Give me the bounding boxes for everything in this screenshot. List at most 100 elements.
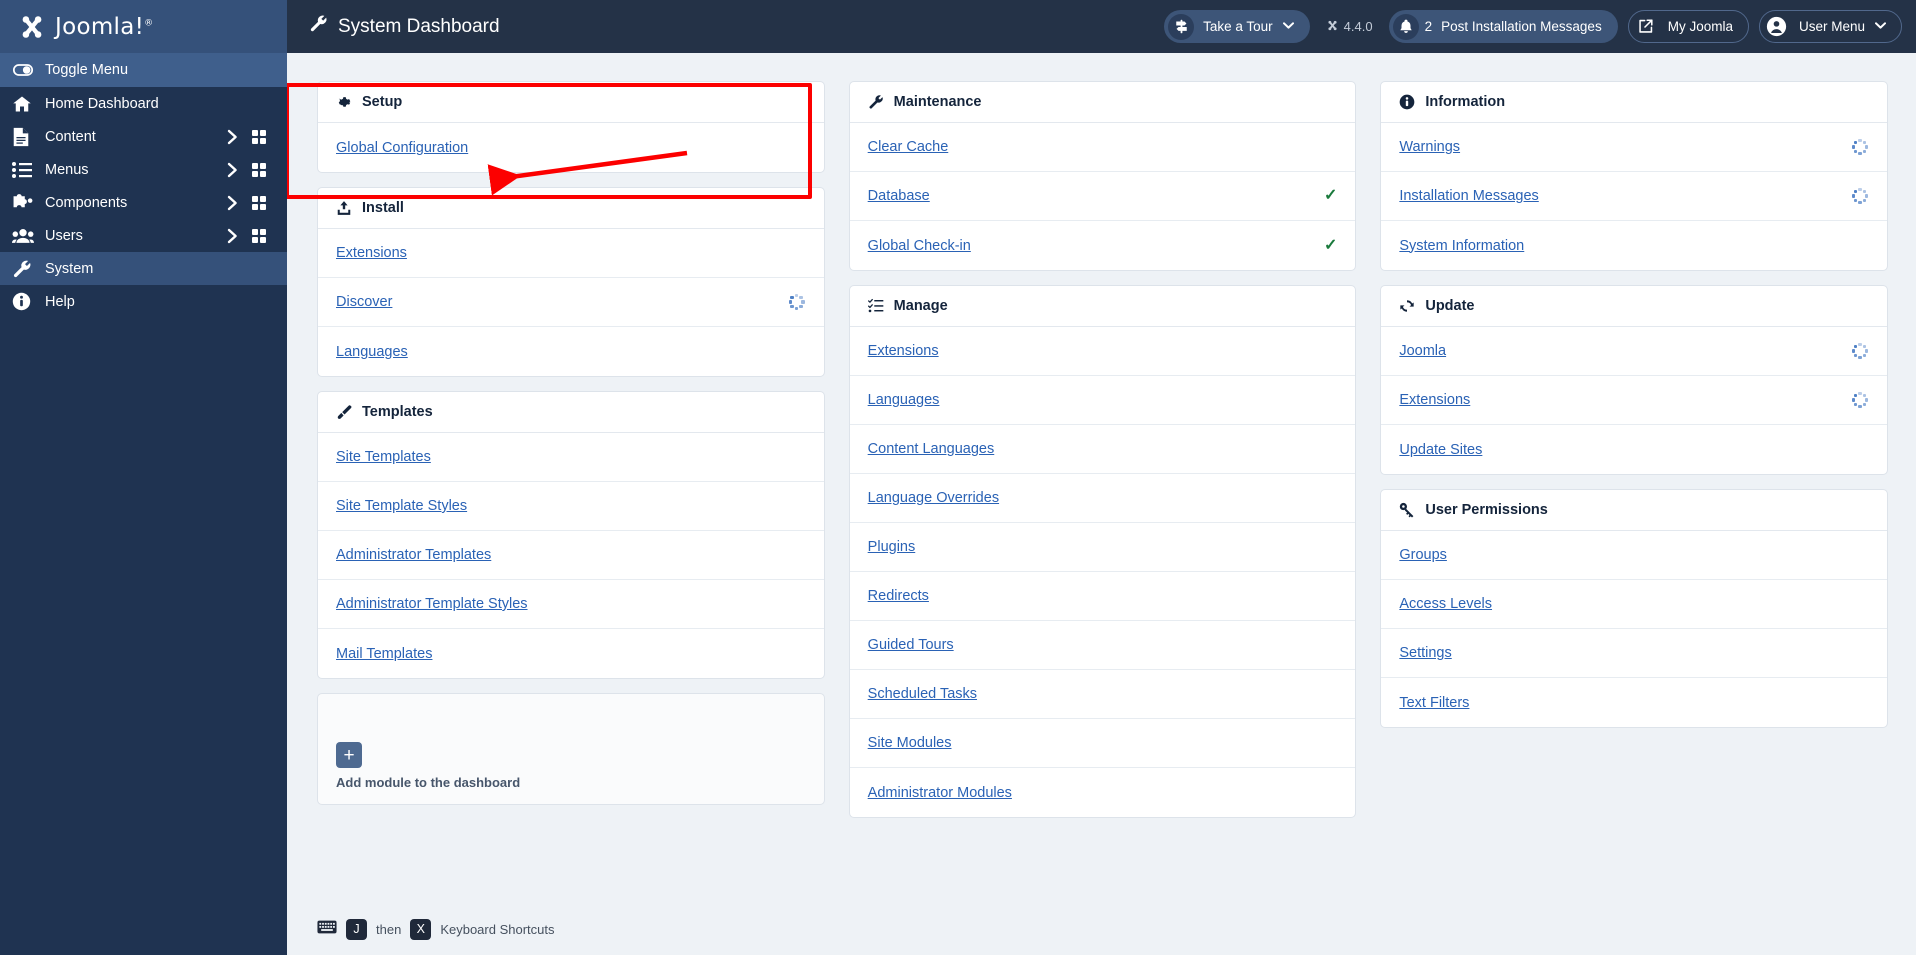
sidebar-item-home-dashboard[interactable]: Home Dashboard <box>0 87 287 120</box>
chevron-right-icon[interactable] <box>219 162 245 178</box>
brush-icon <box>336 404 352 420</box>
grid-icon[interactable] <box>245 228 273 243</box>
chevron-right-icon[interactable] <box>219 129 245 145</box>
chevron-right-icon[interactable] <box>219 228 245 244</box>
link-warnings[interactable]: Warnings <box>1399 139 1460 155</box>
sidebar-item-content[interactable]: Content <box>0 120 287 153</box>
card-row[interactable]: Redirects <box>849 572 1356 621</box>
link-language-overrides[interactable]: Language Overrides <box>868 490 999 506</box>
sidebar-item-help[interactable]: Help <box>0 285 287 318</box>
card-header: Templates <box>318 392 824 433</box>
link-guided-tours[interactable]: Guided Tours <box>868 637 954 653</box>
link-site-template-styles[interactable]: Site Template Styles <box>336 498 467 514</box>
card-row[interactable]: Database ✓ <box>849 172 1356 221</box>
sidebar-item-users[interactable]: Users <box>0 219 287 252</box>
card-row[interactable]: Site Modules <box>849 719 1356 768</box>
sidebar-item-components[interactable]: Components <box>0 186 287 219</box>
card-row[interactable]: Administrator Templates <box>318 531 824 580</box>
link-administrator-modules[interactable]: Administrator Modules <box>868 785 1012 801</box>
card-row[interactable]: Extensions <box>318 229 824 278</box>
brand-header[interactable]: Joomla!® <box>0 0 287 53</box>
user-menu-button[interactable]: User Menu <box>1758 10 1902 43</box>
card-row[interactable]: Administrator Modules <box>850 768 1356 817</box>
link-plugins[interactable]: Plugins <box>868 539 916 555</box>
keyboard-icon <box>317 920 337 939</box>
sidebar-item-toggle-menu[interactable]: Toggle Menu <box>0 53 287 87</box>
post-installation-messages-button[interactable]: 2 Post Installation Messages <box>1388 10 1618 43</box>
card-row[interactable]: Mail Templates <box>318 629 824 678</box>
card-row[interactable]: Update Sites <box>1381 425 1887 474</box>
card-row[interactable]: Warnings <box>1381 123 1888 172</box>
card-row[interactable]: Languages <box>849 376 1356 425</box>
link-mail-templates[interactable]: Mail Templates <box>336 646 432 662</box>
grid-icon[interactable] <box>245 162 273 177</box>
sidebar-item-menus[interactable]: Menus <box>0 153 287 186</box>
card-row[interactable]: Scheduled Tasks <box>849 670 1356 719</box>
link-access-levels[interactable]: Access Levels <box>1399 596 1492 612</box>
card-row[interactable]: Plugins <box>849 523 1356 572</box>
link-settings[interactable]: Settings <box>1399 645 1451 661</box>
plus-icon[interactable]: + <box>336 742 362 768</box>
link-discover[interactable]: Discover <box>336 294 392 310</box>
card-row[interactable]: Clear Cache <box>849 123 1356 172</box>
link-global-check-in[interactable]: Global Check-in <box>868 238 971 254</box>
external-link-icon <box>1633 14 1659 40</box>
link-database[interactable]: Database <box>868 188 930 204</box>
link-site-modules[interactable]: Site Modules <box>868 735 952 751</box>
card-row[interactable]: Language Overrides <box>849 474 1356 523</box>
card-row[interactable]: Joomla <box>1381 327 1888 376</box>
card-row[interactable]: System Information <box>1381 221 1887 270</box>
card-row[interactable]: Content Languages <box>849 425 1356 474</box>
card-row[interactable]: Administrator Template Styles <box>318 580 824 629</box>
card-title: Setup <box>362 94 403 110</box>
card-row[interactable]: Groups <box>1381 531 1888 580</box>
joomla-mark-icon <box>1326 19 1339 35</box>
link-joomla[interactable]: Joomla <box>1399 343 1446 359</box>
chevron-right-icon[interactable] <box>219 195 245 211</box>
joomla-logo[interactable]: Joomla!® <box>17 12 153 42</box>
link-administrator-templates[interactable]: Administrator Templates <box>336 547 491 563</box>
grid-icon[interactable] <box>245 195 273 210</box>
take-a-tour-button[interactable]: Take a Tour <box>1164 10 1310 43</box>
shortcut-key-x: X <box>410 918 432 940</box>
card-row[interactable]: Extensions <box>849 327 1356 376</box>
link-content-languages[interactable]: Content Languages <box>868 441 995 457</box>
card-row[interactable]: Settings <box>1381 629 1888 678</box>
link-clear-cache[interactable]: Clear Cache <box>868 139 949 155</box>
add-module-panel[interactable]: + Add module to the dashboard <box>317 693 825 805</box>
card-row[interactable]: Languages <box>318 327 824 376</box>
link-languages[interactable]: Languages <box>868 392 940 408</box>
my-joomla-button[interactable]: My Joomla <box>1627 10 1749 43</box>
card-row[interactable]: Global Check-in ✓ <box>850 221 1356 270</box>
link-site-templates[interactable]: Site Templates <box>336 449 431 465</box>
link-extensions[interactable]: Extensions <box>336 245 407 261</box>
link-text-filters[interactable]: Text Filters <box>1399 695 1469 711</box>
row-status <box>1851 138 1869 156</box>
sidebar-item-system[interactable]: System <box>0 252 287 285</box>
link-extensions[interactable]: Extensions <box>1399 392 1470 408</box>
link-redirects[interactable]: Redirects <box>868 588 929 604</box>
link-languages[interactable]: Languages <box>336 344 408 360</box>
info-icon <box>12 292 38 311</box>
card-row[interactable]: Guided Tours <box>849 621 1356 670</box>
link-extensions[interactable]: Extensions <box>868 343 939 359</box>
link-installation-messages[interactable]: Installation Messages <box>1399 188 1538 204</box>
chevron-down-icon[interactable] <box>1875 21 1886 32</box>
card-header: Information <box>1381 82 1888 123</box>
card-row[interactable]: Access Levels <box>1381 580 1888 629</box>
card-row[interactable]: Site Templates <box>318 433 824 482</box>
link-system-information[interactable]: System Information <box>1399 238 1524 254</box>
link-scheduled-tasks[interactable]: Scheduled Tasks <box>868 686 977 702</box>
card-row[interactable]: Text Filters <box>1381 678 1887 727</box>
link-groups[interactable]: Groups <box>1399 547 1447 563</box>
card-row[interactable]: Global Configuration <box>318 123 824 172</box>
grid-icon[interactable] <box>245 129 273 144</box>
link-administrator-template-styles[interactable]: Administrator Template Styles <box>336 596 528 612</box>
card-row[interactable]: Site Template Styles <box>318 482 824 531</box>
link-update-sites[interactable]: Update Sites <box>1399 442 1482 458</box>
card-row[interactable]: Extensions <box>1381 376 1888 425</box>
chevron-down-icon[interactable] <box>1282 21 1294 32</box>
card-row[interactable]: Discover <box>318 278 824 327</box>
card-row[interactable]: Installation Messages <box>1381 172 1888 221</box>
link-global-configuration[interactable]: Global Configuration <box>336 140 468 156</box>
